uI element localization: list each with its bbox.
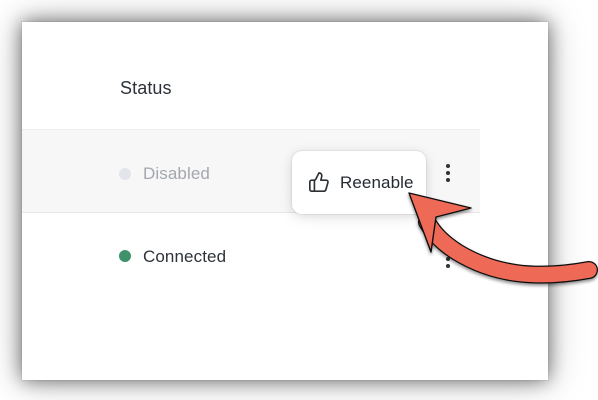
- thumbs-up-icon: [309, 172, 329, 192]
- status-column-header: Status: [120, 78, 172, 98]
- reenable-button[interactable]: Reenable: [292, 151, 426, 214]
- more-vertical-icon: [446, 164, 450, 168]
- more-vertical-icon: [446, 178, 450, 182]
- screenshot-page: Status Disabled Connected Reenable: [0, 0, 598, 400]
- reenable-label: Reenable: [340, 173, 414, 192]
- disabled-status-dot: [119, 168, 131, 180]
- connected-status-dot: [119, 250, 131, 262]
- row-actions-button[interactable]: [446, 164, 450, 184]
- more-vertical-icon: [446, 257, 450, 261]
- row-actions-button[interactable]: [446, 250, 450, 270]
- status-panel: Status Disabled Connected: [22, 22, 548, 380]
- more-vertical-icon: [446, 264, 450, 268]
- connected-status-text: Connected: [143, 247, 227, 266]
- row-actions-popover: Reenable: [292, 151, 426, 214]
- more-vertical-icon: [446, 171, 450, 175]
- table-row-connected: Connected: [22, 215, 480, 299]
- more-vertical-icon: [446, 250, 450, 254]
- disabled-status-text: Disabled: [143, 164, 210, 183]
